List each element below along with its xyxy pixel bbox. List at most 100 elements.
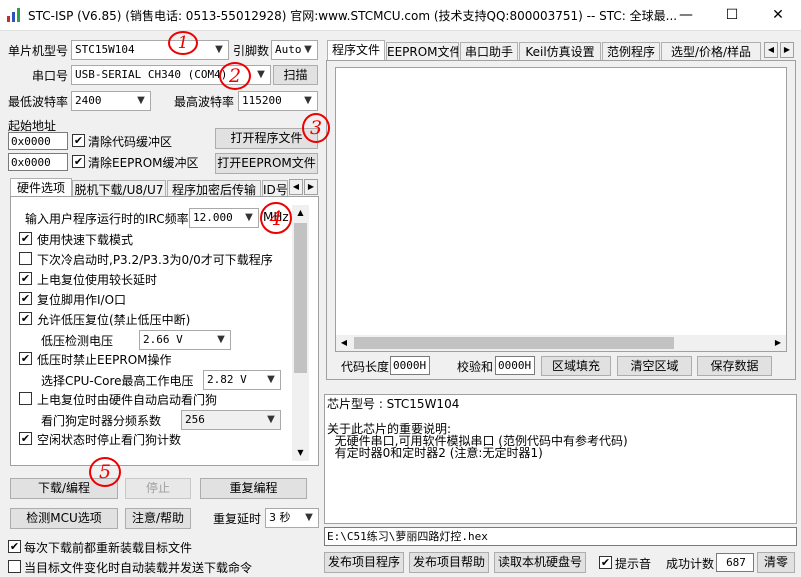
publish-project-button[interactable]: 发布项目程序	[324, 552, 404, 573]
file-path-field[interactable]: E:\C51练习\萝丽四路灯控.hex	[324, 527, 797, 546]
mcu-type-value: STC15W104	[75, 43, 135, 56]
tab-scroll-left-icon[interactable]: ◀	[289, 179, 303, 195]
repeat-delay-value: 3 秒	[269, 511, 291, 524]
tab-selection-price[interactable]: 选型/价格/样品	[661, 42, 761, 60]
option-label: 上电复位时由硬件自动启动看门狗	[37, 393, 218, 407]
tab-scroll-right-icon[interactable]: ▶	[304, 179, 318, 195]
pin-count-select[interactable]: Auto ▼	[271, 40, 318, 60]
tab-serial-assistant[interactable]: 串口助手	[460, 42, 518, 60]
option-checkbox[interactable]	[19, 392, 32, 405]
option-checkbox[interactable]: ✔	[19, 232, 32, 245]
reload-before-download-checkbox[interactable]: ✔	[8, 540, 21, 553]
publish-help-button[interactable]: 发布项目帮助	[409, 552, 489, 573]
tab-offline-download[interactable]: 脱机下载/U8/U7	[72, 180, 166, 196]
sound-checkbox[interactable]: ✔	[599, 556, 612, 569]
hardware-options-panel: 输入用户程序运行时的IRC频率 12.000 ▼ MHz ✔ 使用快速下载模式 …	[10, 196, 319, 466]
chevron-down-icon: ▼	[267, 414, 275, 425]
auto-load-checkbox[interactable]	[8, 560, 21, 573]
annotation-marker: 4	[260, 202, 292, 234]
stop-button[interactable]: 停止	[125, 478, 191, 499]
tab-scroll-left-icon[interactable]: ◀	[764, 42, 778, 58]
option-idle-watchdog-stop[interactable]: ✔ 空闲状态时停止看门狗计数	[19, 431, 289, 448]
scroll-down-icon[interactable]: ▼	[292, 445, 309, 461]
irc-frequency-value: 12.000	[193, 211, 233, 224]
repeat-program-button[interactable]: 重复编程	[200, 478, 307, 499]
annotation-marker: 5	[89, 457, 121, 487]
hex-data-area[interactable]: ◀ ▶	[335, 67, 787, 352]
open-eeprom-file-button[interactable]: 打开EEPROM文件	[215, 153, 318, 174]
minimize-button[interactable]: —	[663, 0, 709, 30]
chevron-down-icon: ▼	[217, 334, 225, 345]
eeprom-address-input[interactable]: 0x0000	[8, 153, 68, 171]
success-count-label: 成功计数	[666, 557, 715, 571]
option-long-reset-delay[interactable]: ✔ 上电复位使用较长延时	[19, 271, 289, 288]
title-bar: STC-ISP (V6.85) (销售电话: 0513-55012928) 官网…	[0, 0, 801, 31]
maximize-button[interactable]: ☐	[709, 0, 755, 30]
option-checkbox[interactable]: ✔	[19, 292, 32, 305]
mcu-type-select[interactable]: STC15W104 ▼	[71, 40, 229, 60]
chevron-down-icon: ▼	[245, 212, 253, 223]
fill-region-button[interactable]: 区域填充	[541, 356, 611, 376]
chevron-down-icon: ▼	[305, 512, 313, 523]
tab-eeprom-file[interactable]: EEPROM文件	[386, 42, 459, 60]
info-line: 芯片型号 : STC15W104	[327, 397, 460, 411]
min-baud-label: 最低波特率	[8, 95, 69, 109]
option-reset-pin-io[interactable]: ✔ 复位脚用作I/O口	[19, 291, 289, 308]
tab-scroll-right-icon[interactable]: ▶	[780, 42, 794, 58]
option-fast-download[interactable]: ✔ 使用快速下载模式	[19, 231, 289, 248]
scroll-up-icon[interactable]: ▲	[292, 205, 309, 221]
save-data-button[interactable]: 保存数据	[697, 356, 772, 376]
clear-eeprom-buffer-checkbox[interactable]: ✔	[72, 155, 85, 168]
max-baud-label: 最高波特率	[174, 95, 235, 109]
option-checkbox[interactable]	[19, 252, 32, 265]
scroll-thumb[interactable]	[294, 223, 307, 373]
cpu-core-voltage-select[interactable]: 2.82 V ▼	[203, 370, 281, 390]
tab-keil-emulation[interactable]: Keil仿真设置	[519, 42, 601, 60]
clear-region-button[interactable]: 清空区域	[617, 356, 692, 376]
scroll-left-icon[interactable]: ◀	[336, 335, 352, 351]
close-button[interactable]: ✕	[755, 0, 801, 30]
option-checkbox[interactable]: ✔	[19, 352, 32, 365]
scan-button[interactable]: 扫描	[273, 65, 318, 85]
low-voltage-select[interactable]: 2.66 V ▼	[139, 330, 231, 350]
option-cold-start-p32[interactable]: 下次冷启动时,P3.2/P3.3为0/0才可下载程序	[19, 251, 289, 268]
min-baud-value: 2400	[75, 94, 102, 107]
max-baud-value: 115200	[242, 94, 282, 107]
clear-code-buffer-label: 清除代码缓冲区	[88, 135, 173, 149]
options-scrollbar[interactable]: ▲ ▼	[292, 205, 309, 461]
option-checkbox[interactable]: ✔	[19, 272, 32, 285]
program-file-page: ◀ ▶ 代码长度 0000H 校验和 0000H 区域填充 清空区域 保存数据	[326, 60, 796, 380]
port-value: USB-SERIAL CH340 (COM4)	[75, 68, 228, 81]
tab-id-number[interactable]: ID号	[262, 180, 288, 196]
max-baud-select[interactable]: 115200 ▼	[238, 91, 318, 111]
repeat-delay-select[interactable]: 3 秒 ▼	[265, 508, 319, 528]
scroll-thumb[interactable]	[354, 337, 674, 349]
reset-count-button[interactable]: 清零	[757, 552, 795, 573]
low-voltage-label: 低压检测电压	[41, 334, 114, 348]
chevron-down-icon: ▼	[267, 374, 275, 385]
tab-encrypted-transfer[interactable]: 程序加密后传输	[167, 180, 261, 196]
read-disk-number-button[interactable]: 读取本机硬盘号	[494, 552, 586, 573]
checksum-value: 0000H	[495, 356, 535, 375]
option-watchdog-autostart[interactable]: 上电复位时由硬件自动启动看门狗	[19, 391, 289, 408]
code-address-input[interactable]: 0x0000	[8, 132, 68, 150]
notes-help-button[interactable]: 注意/帮助	[125, 508, 191, 529]
option-checkbox[interactable]: ✔	[19, 432, 32, 445]
scroll-right-icon[interactable]: ▶	[770, 335, 786, 351]
min-baud-select[interactable]: 2400 ▼	[71, 91, 151, 111]
clear-code-buffer-checkbox[interactable]: ✔	[72, 134, 85, 147]
option-checkbox[interactable]: ✔	[19, 312, 32, 325]
chevron-down-icon: ▼	[215, 44, 223, 55]
watchdog-divider-select[interactable]: 256 ▼	[181, 410, 281, 430]
chevron-down-icon: ▼	[257, 69, 265, 80]
option-label: 空闲状态时停止看门狗计数	[37, 433, 182, 447]
option-label: 复位脚用作I/O口	[37, 293, 127, 307]
tab-sample-programs[interactable]: 范例程序	[602, 42, 660, 60]
irc-frequency-select[interactable]: 12.000 ▼	[189, 208, 259, 228]
hex-horizontal-scrollbar[interactable]: ◀ ▶	[336, 335, 786, 351]
option-low-voltage-reset[interactable]: ✔ 允许低压复位(禁止低压中断)	[19, 311, 289, 328]
tab-program-file[interactable]: 程序文件	[327, 40, 385, 60]
detect-mcu-options-button[interactable]: 检测MCU选项	[10, 508, 118, 529]
option-eeprom-low-voltage[interactable]: ✔ 低压时禁止EEPROM操作	[19, 351, 289, 368]
tab-hardware-options[interactable]: 硬件选项	[10, 178, 72, 198]
